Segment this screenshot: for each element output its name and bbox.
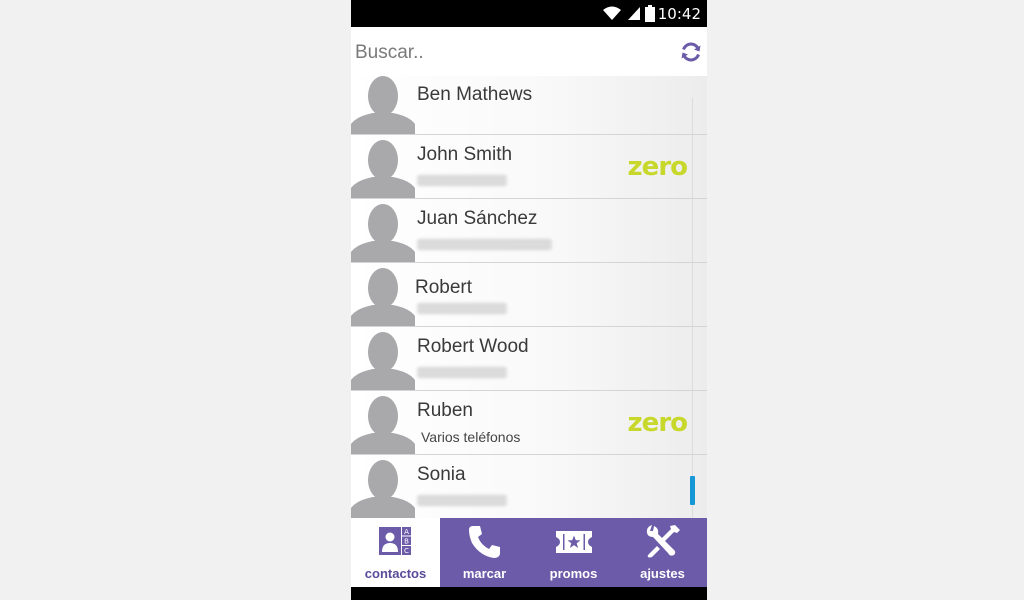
- tab-marcar[interactable]: marcar: [440, 518, 529, 587]
- redacted-phone: [417, 239, 552, 250]
- avatar-icon: [351, 396, 415, 454]
- contact-name: Sonia: [417, 464, 466, 485]
- phone-screen: 10:42 Ben Mathews John Smith: [351, 0, 707, 600]
- contact-list[interactable]: Ben Mathews John Smith zero Juan Sánchez: [351, 76, 707, 518]
- redacted-phone: [417, 495, 507, 506]
- contact-row[interactable]: Robert Wood: [351, 327, 707, 391]
- phone-icon: [468, 526, 500, 558]
- status-bar: 10:42: [351, 0, 707, 27]
- avatar-icon: [351, 204, 415, 262]
- tab-promos[interactable]: promos: [529, 518, 618, 587]
- contact-name: Juan Sánchez: [417, 208, 538, 229]
- contacts-abc-icon: A B C: [378, 527, 411, 555]
- redacted-phone: [417, 367, 507, 378]
- svg-text:C: C: [404, 547, 409, 555]
- contact-subtitle: Varios teléfonos: [421, 429, 521, 445]
- contact-row[interactable]: Juan Sánchez: [351, 199, 707, 263]
- bottom-tab-bar: A B C contactos marcar promos ajustes: [351, 518, 707, 587]
- tab-label: promos: [549, 566, 598, 581]
- contact-row[interactable]: Ben Mathews: [351, 76, 707, 135]
- search-input[interactable]: [353, 37, 657, 69]
- tab-label: contactos: [364, 566, 427, 581]
- contact-name: Robert Wood: [417, 336, 529, 357]
- tools-icon: [646, 525, 680, 558]
- avatar-icon: [351, 332, 415, 390]
- signal-icon: [627, 7, 640, 20]
- avatar-icon: [351, 268, 415, 326]
- wifi-icon: [603, 6, 622, 20]
- tab-contactos[interactable]: A B C contactos: [351, 518, 440, 587]
- svg-text:A: A: [404, 528, 409, 536]
- contact-name: Robert: [415, 277, 473, 298]
- contact-row[interactable]: Sonia: [351, 455, 707, 518]
- redacted-phone: [417, 303, 507, 314]
- tab-label: ajustes: [640, 566, 685, 581]
- avatar-icon: [351, 460, 415, 518]
- search-bar: [351, 27, 707, 76]
- svg-text:B: B: [404, 538, 409, 546]
- contact-row[interactable]: Robert: [351, 263, 707, 327]
- navigation-bar-strip: [351, 587, 707, 600]
- zero-badge: zero: [627, 408, 688, 438]
- zero-badge: zero: [627, 152, 688, 182]
- contact-name: John Smith: [417, 144, 513, 165]
- contact-row[interactable]: John Smith zero: [351, 135, 707, 199]
- redacted-phone: [417, 175, 507, 186]
- status-icons: [602, 5, 655, 23]
- sync-icon[interactable]: [679, 40, 703, 64]
- avatar-icon: [351, 140, 415, 198]
- scroll-track: [692, 98, 693, 518]
- contact-name: Ben Mathews: [417, 84, 533, 105]
- tab-ajustes[interactable]: ajustes: [618, 518, 707, 587]
- avatar-icon: [351, 76, 415, 134]
- contact-name: Ruben: [417, 400, 473, 421]
- contact-row[interactable]: Ruben Varios teléfonos zero: [351, 391, 707, 455]
- ticket-star-icon: [555, 531, 592, 553]
- battery-icon: [645, 5, 655, 22]
- tab-label: marcar: [462, 566, 507, 581]
- scrollbar-thumb[interactable]: [690, 476, 695, 505]
- status-time: 10:42: [657, 5, 701, 23]
